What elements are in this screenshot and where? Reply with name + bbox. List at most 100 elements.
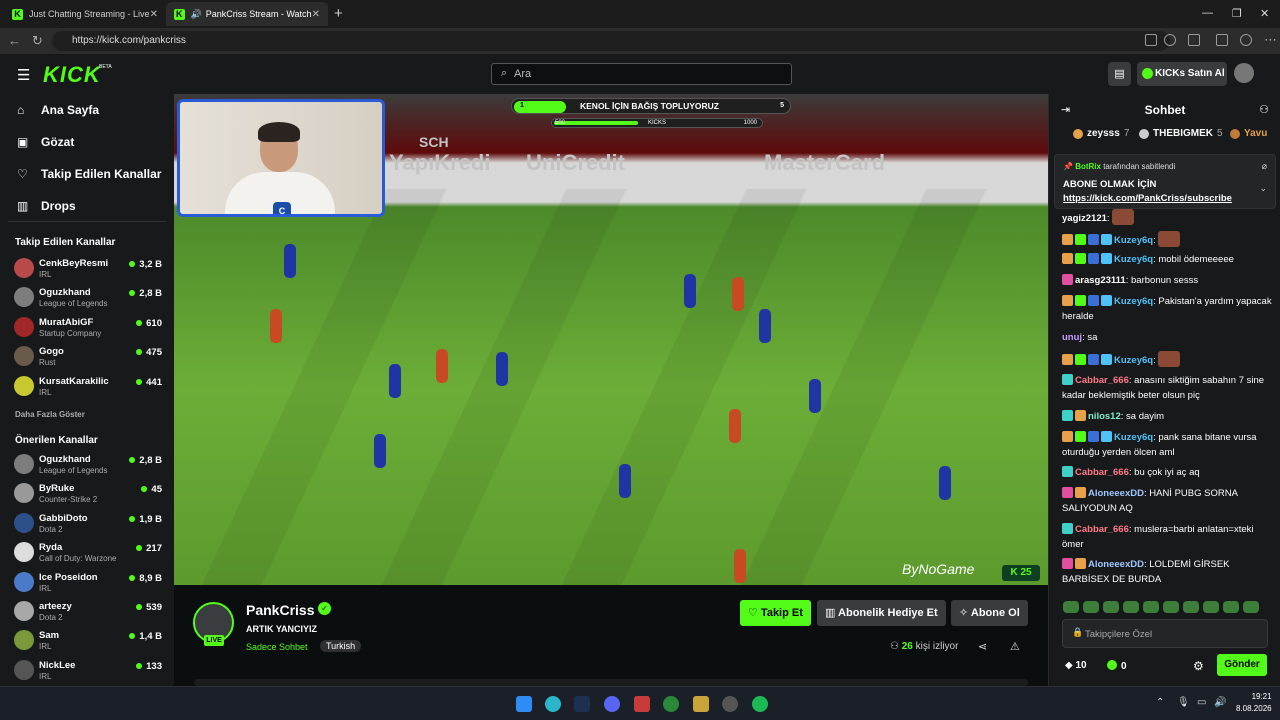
chat-username[interactable]: AloneeexDD xyxy=(1088,488,1144,499)
emote-icon[interactable] xyxy=(1083,601,1099,613)
profile-icon[interactable] xyxy=(1240,34,1252,46)
sidebar-item-drops[interactable]: ▥ Drops xyxy=(17,199,76,213)
chat-users-icon[interactable]: ⚇ xyxy=(1259,103,1269,116)
app-icon[interactable] xyxy=(693,696,709,712)
emote-icon[interactable] xyxy=(1063,601,1079,613)
show-more-link[interactable]: Daha Fazla Göster xyxy=(15,410,85,419)
channel-item[interactable]: Ryda Call of Duty: Warzone 217 xyxy=(14,541,164,567)
emote-icon[interactable] xyxy=(1163,601,1179,613)
chat-username[interactable]: Cabbar_666 xyxy=(1075,524,1129,535)
video-player[interactable]: SCH YapıKredi UniCredit MasterCard C 1 K… xyxy=(174,94,1048,585)
reader-icon[interactable] xyxy=(1145,34,1157,46)
system-clock[interactable]: 19:21 8.08.2026 xyxy=(1236,691,1272,715)
gifter-item[interactable]: THEBIGMEK 5 xyxy=(1139,128,1223,139)
language-tag[interactable]: Turkish xyxy=(320,640,362,652)
points-balance[interactable]: 0 xyxy=(1107,660,1127,672)
url-field[interactable]: https://kick.com/pankcriss xyxy=(52,31,1170,51)
kicks-balance[interactable]: ◆ 10 xyxy=(1065,660,1087,671)
channel-item[interactable]: Oguzkhand League of Legends 2,8 B xyxy=(14,453,164,479)
extensions-icon[interactable] xyxy=(1188,34,1200,46)
favorite-icon[interactable] xyxy=(1164,34,1176,46)
channel-item[interactable]: Oguzkhand League of Legends 2,8 B xyxy=(14,286,164,312)
chat-username[interactable]: Cabbar_666 xyxy=(1075,467,1129,478)
channel-item[interactable]: Sam IRL 1,4 B xyxy=(14,629,164,655)
channel-item[interactable]: CenkBeyResmi IRL 3,2 B xyxy=(14,257,164,283)
more-icon[interactable]: ⋯ xyxy=(1264,32,1277,48)
buy-kicks-button[interactable]: KICKs Satın Al xyxy=(1137,62,1227,86)
back-icon[interactable]: ← xyxy=(8,33,21,48)
chat-input[interactable] xyxy=(1085,626,1261,642)
chat-username[interactable]: unuj xyxy=(1062,332,1082,343)
channel-item[interactable]: Gogo Rust 475 xyxy=(14,345,164,371)
emote-icon[interactable] xyxy=(1243,601,1259,613)
channel-item[interactable]: MuratAbiGF Startup Company 610 xyxy=(14,316,164,342)
collections-icon[interactable] xyxy=(1216,34,1228,46)
browser-tab-2[interactable]: K 🔊 PankCriss Stream - Watch Live ✕ xyxy=(166,2,328,26)
chat-username[interactable]: Kuzey6q xyxy=(1114,296,1153,307)
chat-username[interactable]: Kuzey6q xyxy=(1114,254,1153,265)
chat-input-box[interactable]: 🔒 xyxy=(1062,619,1268,648)
minimize-icon[interactable]: — xyxy=(1202,7,1213,19)
search-input[interactable] xyxy=(514,66,784,82)
window-close-icon[interactable]: ✕ xyxy=(1260,7,1269,20)
gifter-item[interactable]: zeysss 7 xyxy=(1073,128,1129,139)
kick-logo[interactable]: KICK xyxy=(43,62,101,88)
chat-username[interactable]: arasg23111 xyxy=(1075,275,1126,286)
display-icon[interactable]: ▭ xyxy=(1197,697,1206,708)
discord-icon[interactable] xyxy=(604,696,620,712)
new-tab-icon[interactable]: + xyxy=(334,5,343,22)
steam-icon[interactable] xyxy=(574,696,590,712)
user-avatar[interactable] xyxy=(1234,63,1254,83)
maximize-icon[interactable]: ❐ xyxy=(1232,7,1242,20)
emote-icon[interactable] xyxy=(1183,601,1199,613)
chevron-down-icon[interactable]: ⌄ xyxy=(1259,183,1267,194)
chat-username[interactable]: yagiz2121 xyxy=(1062,213,1107,224)
reload-icon[interactable]: ↻ xyxy=(32,33,43,49)
unpin-icon[interactable]: ⌀ xyxy=(1262,161,1267,172)
gifter-item[interactable]: Yavu xyxy=(1230,128,1267,139)
emote-icon[interactable] xyxy=(1123,601,1139,613)
chat-username[interactable]: AloneeexDD xyxy=(1088,559,1144,570)
microphone-icon[interactable]: 🎙 xyxy=(1177,697,1190,708)
channel-item[interactable]: KursatKarakilic IRL 441 xyxy=(14,375,164,401)
emote-icon[interactable] xyxy=(1223,601,1239,613)
gear-icon[interactable]: ⚙ xyxy=(1193,659,1204,673)
sidebar-item-home[interactable]: ⌂ Ana Sayfa xyxy=(17,103,99,117)
menu-icon[interactable]: ☰ xyxy=(17,66,30,84)
chat-username[interactable]: Kuzey6q xyxy=(1114,432,1153,443)
send-button[interactable]: Gönder xyxy=(1217,654,1267,676)
stream-category[interactable]: Sadece Sohbet xyxy=(246,642,308,652)
follow-button[interactable]: ♡ Takip Et xyxy=(740,600,811,626)
chevron-up-icon[interactable]: ⌃ xyxy=(1156,697,1164,708)
emote-icon[interactable] xyxy=(1103,601,1119,613)
app-icon[interactable] xyxy=(634,696,650,712)
search-box[interactable]: ⌕ xyxy=(491,63,792,85)
dashboard-button[interactable]: ▤ xyxy=(1108,62,1131,86)
report-icon[interactable]: ⚠ xyxy=(1010,640,1020,653)
channel-item[interactable]: NickLee IRL 133 xyxy=(14,659,164,685)
chat-username[interactable]: Cabbar_666 xyxy=(1075,375,1129,386)
pinned-link[interactable]: https://kick.com/PankCriss/subscribe xyxy=(1063,193,1232,204)
subscribe-button[interactable]: ✧ Abone Ol xyxy=(951,600,1028,626)
sidebar-item-browse[interactable]: ▣ Gözat xyxy=(17,135,74,149)
app-icon[interactable] xyxy=(722,696,738,712)
volume-icon[interactable]: 🔊 xyxy=(1214,697,1226,708)
share-icon[interactable]: ⋖ xyxy=(978,640,987,653)
chat-username[interactable]: Kuzey6q xyxy=(1114,355,1153,366)
chat-username[interactable]: Kuzey6q xyxy=(1114,235,1153,246)
gift-subscription-button[interactable]: ▥ Abonelik Hediye Et xyxy=(817,600,946,626)
channel-item[interactable]: GabbiDoto Dota 2 1,9 B xyxy=(14,512,164,538)
close-icon[interactable]: ✕ xyxy=(312,9,320,20)
chat-username[interactable]: nilos12 xyxy=(1088,411,1121,422)
close-icon[interactable]: ✕ xyxy=(150,9,158,20)
emote-icon[interactable] xyxy=(1203,601,1219,613)
channel-item[interactable]: Ice Poseidon IRL 8,9 B xyxy=(14,571,164,597)
browser-tab-1[interactable]: K Just Chatting Streaming - Live Stre ✕ xyxy=(4,2,166,26)
emote-icon[interactable] xyxy=(1143,601,1159,613)
streamer-name[interactable]: PankCriss xyxy=(246,602,314,618)
edge-icon[interactable] xyxy=(545,696,561,712)
start-icon[interactable] xyxy=(516,696,532,712)
sidebar-item-following[interactable]: ♡ Takip Edilen Kanallar xyxy=(17,167,161,181)
channel-item[interactable]: ByRuke Counter-Strike 2 45 xyxy=(14,482,164,508)
channel-item[interactable]: arteezy Dota 2 539 xyxy=(14,600,164,626)
